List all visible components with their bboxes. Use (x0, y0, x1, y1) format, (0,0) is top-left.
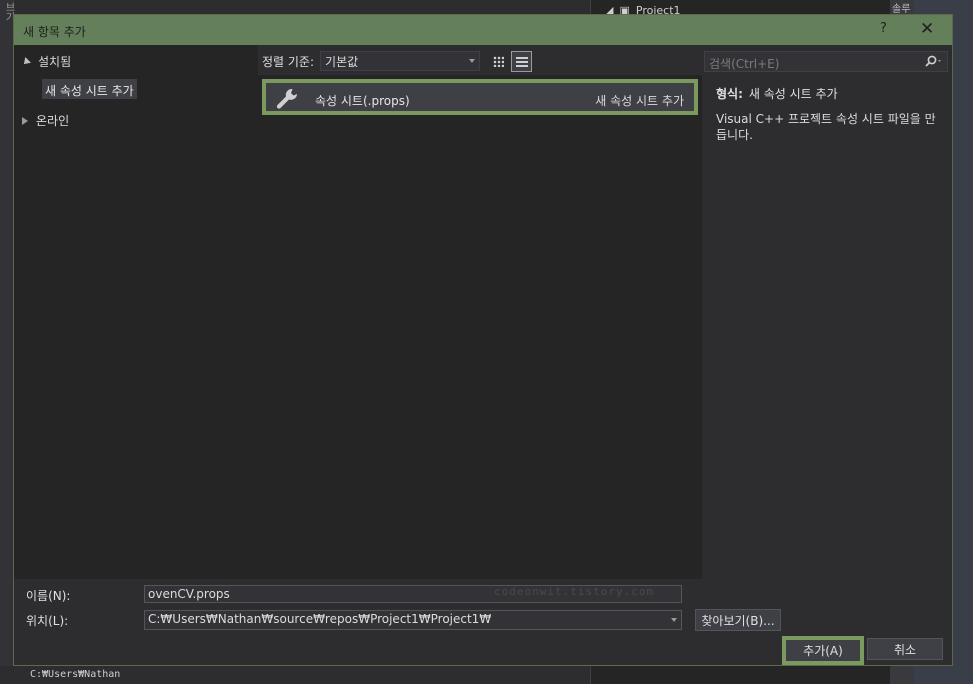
sort-label: 정렬 기준: (262, 54, 315, 69)
type-value: 새 속성 시트 추가 (748, 87, 838, 101)
template-type-row: 형식: 새 속성 시트 추가 (716, 85, 946, 102)
location-value: C:₩Users₩Nathan₩source₩repos₩Project1₩Pr… (148, 612, 492, 626)
location-input[interactable]: C:₩Users₩Nathan₩source₩repos₩Project1₩Pr… (144, 610, 682, 630)
grid-view-button[interactable] (488, 51, 509, 72)
category-tree: 설치됨 새 속성 시트 추가 온라인 (14, 45, 258, 579)
tree-node-installed[interactable]: 설치됨 (21, 53, 72, 70)
sort-dropdown[interactable]: 기본값 (320, 51, 481, 71)
sort-value: 기본값 (325, 54, 359, 69)
name-label: 이름(N): (26, 589, 71, 603)
add-new-item-dialog: 새 항목 추가 ? ✕ 설치됨 새 속성 시트 추가 온라인 정렬 기준: 기본… (13, 14, 953, 666)
template-category: 새 속성 시트 추가 (595, 94, 684, 108)
wrench-icon (276, 88, 297, 109)
cancel-button[interactable]: 취소 (867, 638, 943, 660)
list-view-icon (515, 56, 528, 67)
type-label: 형식: (716, 87, 743, 101)
dialog-title: 새 항목 추가 (23, 25, 86, 39)
ide-right-tab-label: 솔루 (892, 4, 911, 15)
grid-view-icon (493, 56, 504, 67)
template-description: Visual C++ 프로젝트 속성 시트 파일을 만듭니다. (716, 112, 936, 142)
search-placeholder: 검색(Ctrl+E) (709, 57, 780, 71)
tree-node-label: 설치됨 (38, 55, 72, 69)
help-button[interactable]: ? (880, 21, 887, 36)
dialog-body: 설치됨 새 속성 시트 추가 온라인 정렬 기준: 기본값 속성 시트(.pro… (14, 45, 952, 579)
template-name: 속성 시트(.props) (315, 94, 410, 108)
dialog-titlebar[interactable]: 새 항목 추가 ? ✕ (14, 15, 952, 45)
ide-left-toolbar: 브기 (0, 0, 14, 684)
search-icon[interactable] (923, 55, 943, 69)
search-templates-input[interactable]: 검색(Ctrl+E) (704, 51, 948, 72)
expanded-arrow-icon (21, 56, 31, 67)
close-button[interactable]: ✕ (920, 18, 934, 40)
output-path-text: C:₩Users₩Nathan (30, 669, 121, 680)
list-view-button[interactable] (511, 51, 532, 72)
watermark-text: codeonwit.tistory.com (494, 585, 655, 598)
template-item-property-sheet[interactable]: 속성 시트(.props) 새 속성 시트 추가 (262, 79, 698, 115)
add-button[interactable]: 추가(A) (782, 636, 864, 665)
ide-output-line: C:₩Users₩Nathan (0, 666, 590, 684)
tree-node-label: 온라인 (36, 114, 70, 128)
tree-item-add-property-sheet[interactable]: 새 속성 시트 추가 (42, 79, 137, 99)
template-list: 속성 시트(.props) 새 속성 시트 추가 (258, 75, 702, 579)
template-details: 형식: 새 속성 시트 추가 Visual C++ 프로젝트 속성 시트 파일을… (716, 85, 946, 143)
collapsed-arrow-icon (22, 116, 28, 125)
chevron-down-icon (469, 59, 476, 63)
location-label: 위치(L): (26, 614, 69, 628)
item-form: 이름(N): ovenCV.props codeonwit.tistory.co… (14, 575, 952, 665)
chevron-down-icon[interactable] (671, 618, 677, 622)
tree-node-online[interactable]: 온라인 (22, 112, 69, 129)
sort-bar: 정렬 기준: 기본값 (262, 51, 481, 71)
browse-button[interactable]: 찾아보기(B)... (695, 609, 781, 631)
